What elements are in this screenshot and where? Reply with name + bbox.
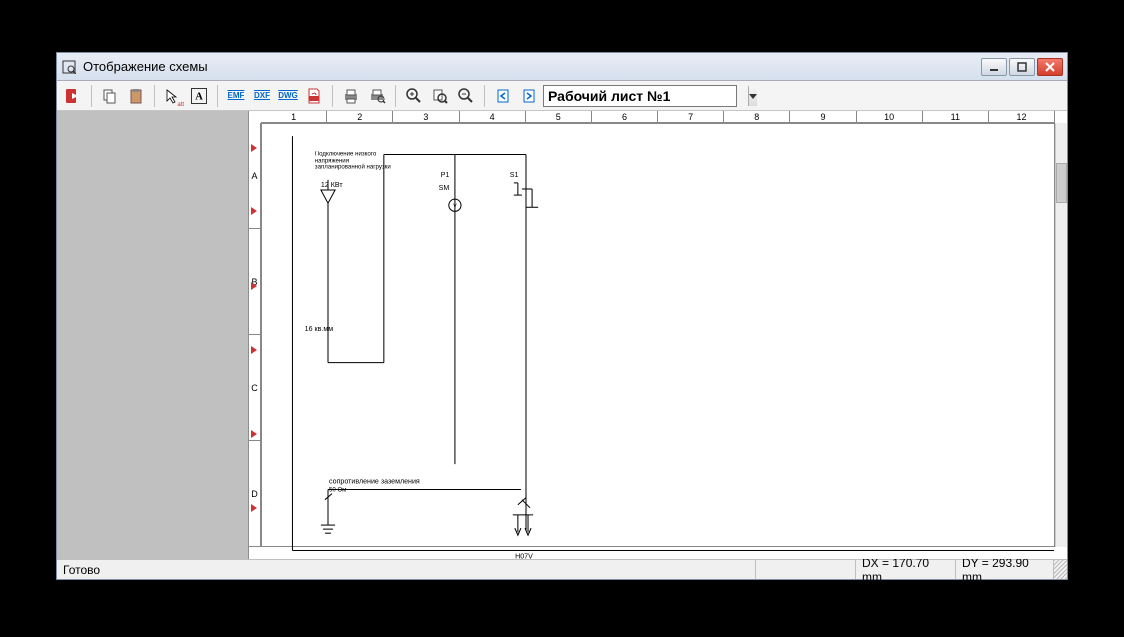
voltmeter-icon: V bbox=[453, 203, 457, 209]
label-power: 12 КВт bbox=[321, 181, 343, 189]
vertical-ruler: A B C D bbox=[249, 123, 261, 547]
print-preview-button[interactable] bbox=[365, 84, 389, 108]
label-bottom: H07V bbox=[515, 553, 533, 559]
status-empty bbox=[755, 560, 855, 579]
export-emf-button[interactable]: EMF bbox=[224, 84, 248, 108]
ruler-col: 9 bbox=[790, 111, 856, 122]
text-tool-button[interactable]: A bbox=[187, 84, 211, 108]
statusbar: Готово DX = 170.70 mm DY = 293.90 mm bbox=[57, 559, 1067, 579]
sheet-selector[interactable] bbox=[543, 85, 737, 107]
label-ohm: 50 Ом bbox=[329, 487, 346, 494]
scroll-thumb[interactable] bbox=[1056, 163, 1067, 203]
zoom-fit-button[interactable] bbox=[428, 84, 452, 108]
export-pdf-button[interactable] bbox=[302, 84, 326, 108]
svg-text:A: A bbox=[195, 91, 203, 102]
ruler-col: 11 bbox=[923, 111, 989, 122]
window-title: Отображение схемы bbox=[83, 59, 981, 74]
ruler-col: 2 bbox=[327, 111, 393, 122]
dropdown-icon[interactable] bbox=[748, 86, 757, 106]
ruler-col: 1 bbox=[261, 111, 327, 122]
zoom-in-button[interactable] bbox=[402, 84, 426, 108]
copy-button[interactable] bbox=[98, 84, 122, 108]
next-page-button[interactable] bbox=[517, 84, 541, 108]
label-p1: P1 bbox=[441, 171, 450, 179]
export-dwg-button[interactable]: DWG bbox=[276, 84, 300, 108]
zoom-out-button[interactable] bbox=[454, 84, 478, 108]
label-cable: 16 кв.мм bbox=[305, 325, 334, 333]
app-icon bbox=[61, 59, 77, 75]
status-ready: Готово bbox=[57, 560, 755, 579]
ruler-col: 12 bbox=[989, 111, 1055, 122]
pointer-tool-button[interactable]: att bbox=[161, 84, 185, 108]
sheet-selector-input[interactable] bbox=[544, 88, 748, 104]
resize-grip[interactable] bbox=[1053, 560, 1067, 579]
horizontal-ruler: 1 2 3 4 5 6 7 8 9 10 11 12 bbox=[261, 111, 1055, 123]
ruler-row: A bbox=[249, 123, 260, 229]
ruler-col: 7 bbox=[658, 111, 724, 122]
paste-button[interactable] bbox=[124, 84, 148, 108]
label-sm: SM bbox=[439, 184, 450, 192]
label-s1: S1 bbox=[510, 171, 519, 179]
ruler-col: 4 bbox=[460, 111, 526, 122]
side-panel bbox=[57, 111, 249, 559]
schematic-drawing: Подключение низкого напряжения запланиро… bbox=[262, 124, 1054, 559]
toolbar: att A EMF DXF DWG bbox=[57, 81, 1067, 111]
ruler-col: 3 bbox=[393, 111, 459, 122]
ruler-col: 5 bbox=[526, 111, 592, 122]
ruler-row: D bbox=[249, 441, 260, 547]
prev-page-button[interactable] bbox=[491, 84, 515, 108]
status-dy: DY = 293.90 mm bbox=[955, 560, 1053, 579]
label-ground: сопротивление заземления bbox=[329, 477, 420, 485]
exit-button[interactable] bbox=[61, 84, 85, 108]
ruler-row: C bbox=[249, 335, 260, 441]
print-button[interactable] bbox=[339, 84, 363, 108]
status-dx: DX = 170.70 mm bbox=[855, 560, 955, 579]
ruler-col: 6 bbox=[592, 111, 658, 122]
vertical-scrollbar[interactable] bbox=[1055, 123, 1067, 547]
canvas[interactable]: Подключение низкого напряжения запланиро… bbox=[261, 123, 1055, 547]
minimize-button[interactable] bbox=[981, 58, 1007, 76]
ruler-row: B bbox=[249, 229, 260, 335]
drawing-area[interactable]: 1 2 3 4 5 6 7 8 9 10 11 12 A B C D bbox=[249, 111, 1067, 559]
app-window: Отображение схемы att A EMF DXF DWG bbox=[56, 52, 1068, 580]
maximize-button[interactable] bbox=[1009, 58, 1035, 76]
close-button[interactable] bbox=[1037, 58, 1063, 76]
titlebar: Отображение схемы bbox=[57, 53, 1067, 81]
workspace: 1 2 3 4 5 6 7 8 9 10 11 12 A B C D bbox=[57, 111, 1067, 559]
ruler-col: 8 bbox=[724, 111, 790, 122]
export-dxf-button[interactable]: DXF bbox=[250, 84, 274, 108]
ruler-col: 10 bbox=[857, 111, 923, 122]
